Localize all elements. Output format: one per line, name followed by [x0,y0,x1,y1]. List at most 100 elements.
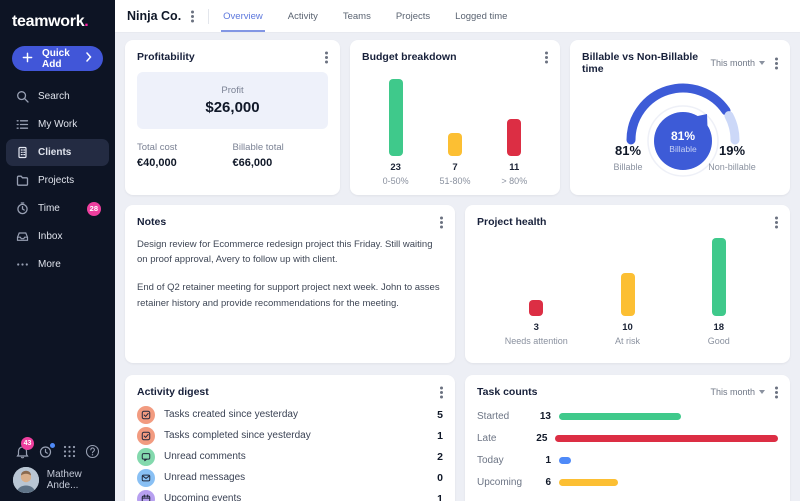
logo-dot: . [84,13,88,30]
budget-breakdown-card: Budget breakdown 23 0-50% 7 51-80% 11 > [350,40,560,195]
sidebar-item-my-work[interactable]: My Work [6,111,109,138]
sidebar-item-inbox[interactable]: Inbox [6,223,109,250]
quick-add-button[interactable]: Quick Add [12,46,103,71]
chevron-down-icon [759,390,765,394]
bar-group: 18 Good [683,238,755,348]
tab-bar: Overview Activity Teams Projects Logged … [221,0,509,32]
bar-51-80 [448,133,462,156]
notes-body: Design review for Ecommerce redesign pro… [125,228,455,311]
list-item: Tasks completed since yesterday 1 [125,425,455,446]
row-3: Activity digest Tasks created since yest… [125,375,790,501]
page-title: Ninja Co. [127,9,181,23]
bar-late [555,435,778,442]
plus-icon [22,52,35,65]
dashboard: Profitability Profit $26,000 Total cost … [115,33,800,501]
tab-overview[interactable]: Overview [221,0,265,32]
total-cost-stat: Total cost €40,000 [137,142,233,169]
bar-group: 23 0-50% [366,79,425,188]
chevron-down-icon [759,61,765,65]
billable-total-stat: Billable total €66,000 [233,142,329,169]
card-title: Notes [137,216,440,228]
notifications-bell-icon[interactable]: 43 [15,444,30,459]
sidebar-item-label: Inbox [38,231,62,242]
apps-grid-icon[interactable] [62,444,77,459]
sidebar-item-label: Clients [38,147,71,158]
bar-0-50 [389,79,403,156]
note-paragraph: Design review for Ecommerce redesign pro… [137,237,443,267]
period-dropdown[interactable]: This month [710,58,765,68]
bar-group: 3 Needs attention [500,238,572,348]
user-menu[interactable]: Mathew Ande... [13,467,115,493]
activity-list: Tasks created since yesterday 5 Tasks co… [125,404,455,501]
time-badge: 28 [87,202,101,216]
sidebar-item-label: Time [38,203,60,214]
list-item: Upcoming events 1 [125,488,455,501]
kebab-menu-icon[interactable] [775,391,778,394]
kebab-menu-icon[interactable] [440,391,443,394]
bar-good [712,238,726,316]
profitability-stats: Total cost €40,000 Billable total €66,00… [125,129,340,169]
timer-icon[interactable] [38,444,53,459]
help-icon[interactable] [85,444,100,459]
sidebar-item-label: My Work [38,119,77,130]
tab-projects[interactable]: Projects [394,0,432,32]
project-health-card: Project health 3 Needs attention 10 At r… [465,205,790,363]
bar-group: 11 > 80% [485,79,544,188]
tab-logged-time[interactable]: Logged time [453,0,509,32]
card-title: Budget breakdown [362,51,545,63]
tab-activity[interactable]: Activity [286,0,320,32]
kebab-menu-icon[interactable] [440,221,443,224]
sidebar-item-label: Projects [38,175,74,186]
inbox-icon [16,230,29,243]
quick-add-label: Quick Add [42,48,86,70]
bar-today [559,457,571,464]
sidebar-item-clients[interactable]: Clients [6,139,109,166]
kebab-menu-icon[interactable] [775,221,778,224]
bar-started [559,413,681,420]
title-kebab-menu-icon[interactable] [191,15,194,18]
task-completed-icon [137,427,155,445]
activity-digest-card: Activity digest Tasks created since yest… [125,375,455,501]
profit-value: $26,000 [205,99,259,116]
budget-bar-chart: 23 0-50% 7 51-80% 11 > 80% [350,79,560,188]
tab-teams[interactable]: Teams [341,0,373,32]
billable-card: Billable vs Non-Billable time This month… [570,40,790,195]
notifications-badge: 43 [21,437,34,450]
sidebar-nav: Search My Work Clients Projects Time 2 [0,83,115,278]
avatar [13,467,39,493]
divider [208,9,209,24]
sidebar-item-time[interactable]: Time 28 [6,195,109,222]
bar-group: 10 At risk [592,238,664,348]
timer-status-dot [50,443,55,448]
teamwork-logo[interactable]: teamwork. [0,0,115,31]
sidebar-item-more[interactable]: More [6,251,109,278]
bar-group: 7 51-80% [425,79,484,188]
sidebar-item-search[interactable]: Search [6,83,109,110]
profit-label: Profit [221,85,243,96]
kebab-menu-icon[interactable] [325,56,328,59]
card-title: Project health [477,216,775,228]
sidebar-item-projects[interactable]: Projects [6,167,109,194]
profitability-card: Profitability Profit $26,000 Total cost … [125,40,340,195]
checklist-icon [16,118,29,131]
task-counts-chart: Started 13 Late 25 Today 1 Upcoming 6 [465,405,790,493]
list-item: Tasks created since yesterday 5 [125,404,455,425]
period-dropdown[interactable]: This month [710,387,765,397]
bar-over-80 [507,119,521,156]
task-counts-card: Task counts This month Started 13 Late 2… [465,375,790,501]
list-item: Late 25 [465,427,790,449]
non-billable-percent: 19% Non-billable [702,143,762,172]
bar-needs-attention [529,300,543,316]
card-title: Profitability [137,51,325,63]
billable-percent: 81% Billable [598,143,658,172]
row-2: Notes Design review for Ecommerce redesi… [125,205,790,363]
task-created-icon [137,406,155,424]
card-title: Task counts [477,386,710,398]
kebab-menu-icon[interactable] [545,56,548,59]
note-paragraph: End of Q2 retainer meeting for support p… [137,280,443,310]
kebab-menu-icon[interactable] [775,62,778,65]
sidebar: teamwork. Quick Add Search My Work Clie [0,0,115,501]
list-item: Unread comments 2 [125,446,455,467]
svg-text:Billable: Billable [669,144,697,154]
building-icon [16,146,29,159]
